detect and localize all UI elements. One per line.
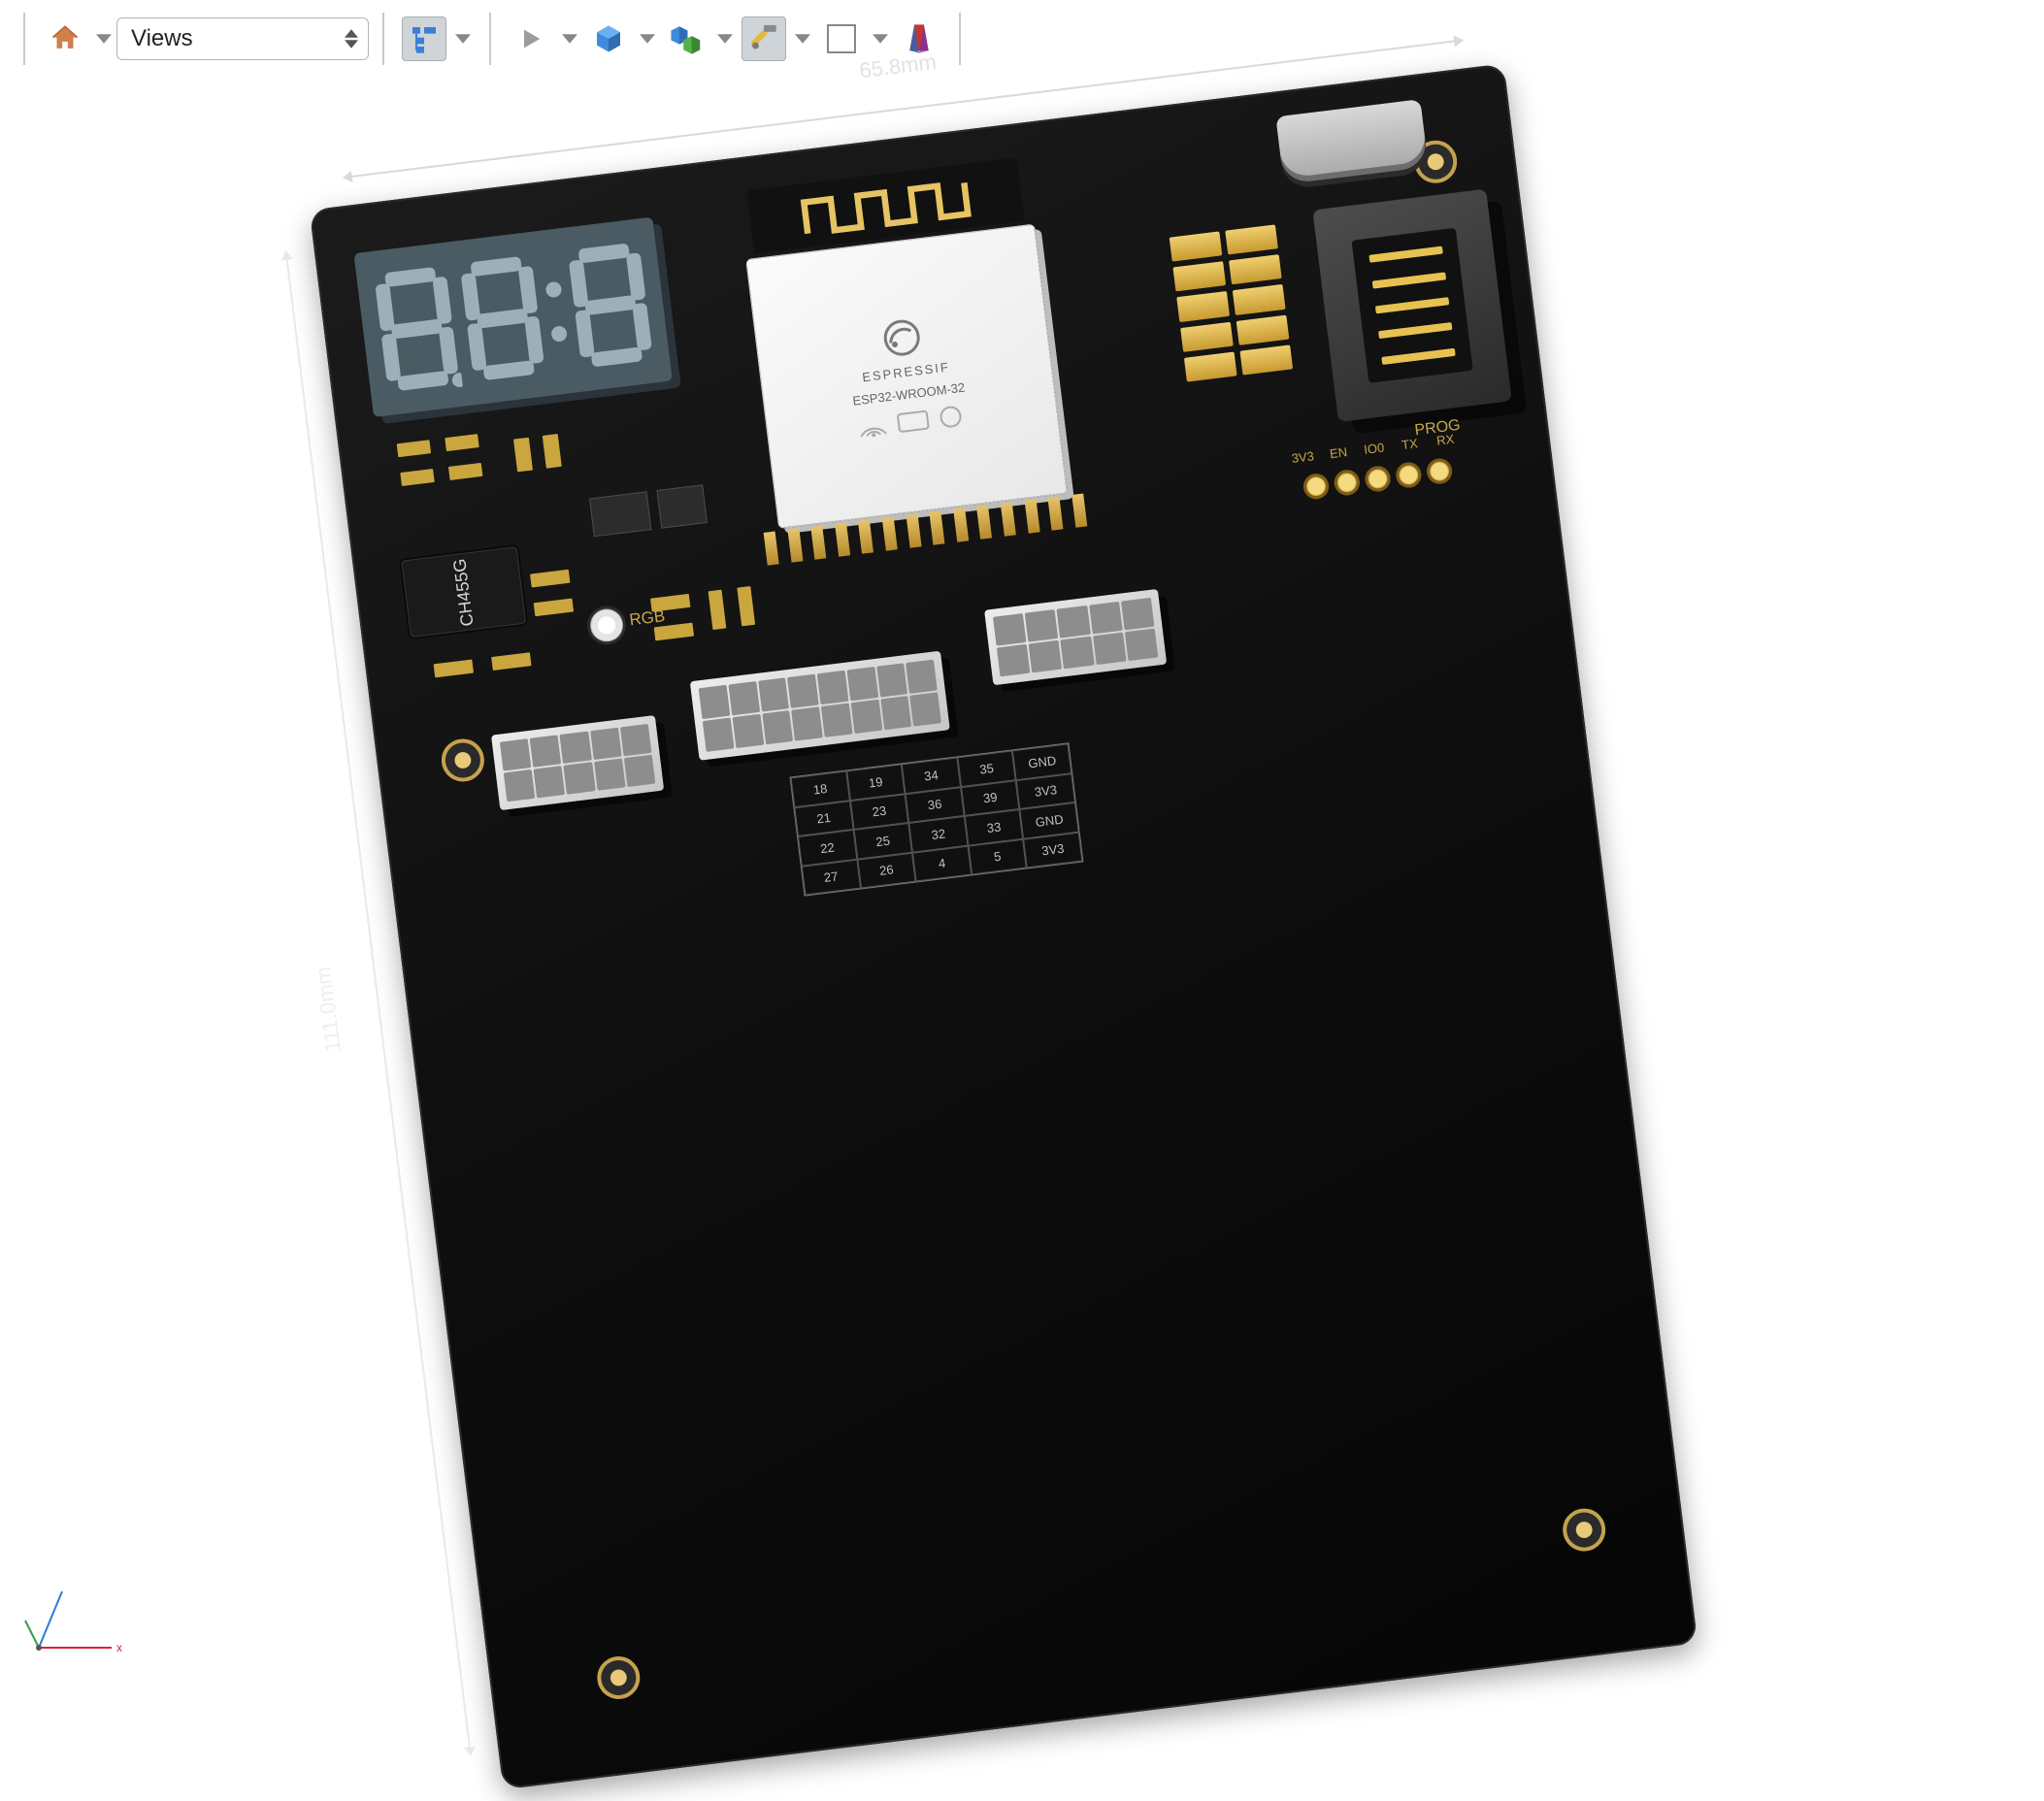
stepper-arrows-icon <box>345 29 358 49</box>
cubes-button[interactable] <box>664 16 709 61</box>
toolbar-separator <box>382 13 384 65</box>
espressif-logo-icon <box>880 316 924 360</box>
toolbar-separator <box>959 13 961 65</box>
svg-text:x: x <box>116 1641 122 1654</box>
tree-icon <box>409 23 440 54</box>
cubes-icon <box>670 22 703 55</box>
smd <box>400 469 434 486</box>
header-connector <box>690 651 950 761</box>
pcb-board[interactable]: ESPRESSIF ESP32-WROOM-32 CH455G <box>310 63 1698 1789</box>
home-dropdown[interactable] <box>91 16 116 61</box>
digit <box>370 262 462 397</box>
smd <box>534 599 574 617</box>
smd <box>513 438 533 473</box>
axis-gizmo[interactable]: x <box>19 1580 126 1667</box>
smd <box>589 491 651 537</box>
smd <box>737 586 755 626</box>
viewport-3d[interactable]: x 65.8mm 111.0mm <box>0 78 2044 1696</box>
dimension-height-label: 111.0mm <box>311 966 346 1054</box>
square-swatch-icon <box>827 24 856 53</box>
cube-dropdown[interactable] <box>635 16 660 61</box>
usb-programmer-zone: POWER PROG 3V3 EN IO0 TX RX <box>1108 92 1518 494</box>
smd <box>491 652 531 671</box>
colon <box>545 281 566 343</box>
smd <box>650 594 690 612</box>
smd <box>434 660 474 678</box>
cubes-dropdown[interactable] <box>712 16 738 61</box>
header-connector <box>984 589 1167 685</box>
smd <box>656 484 708 529</box>
ch455g-chip: CH455G <box>401 546 526 638</box>
mounting-hole <box>1561 1506 1608 1554</box>
smd <box>530 570 570 588</box>
pad-label: 3V3 <box>1289 448 1316 466</box>
cert-icons <box>853 402 972 441</box>
header-connector <box>491 715 664 810</box>
rgb-led <box>588 606 625 643</box>
tree-view-button[interactable] <box>402 16 446 61</box>
home-icon <box>49 22 82 55</box>
chip-label: CH455G <box>449 557 478 627</box>
measure-button[interactable] <box>742 16 786 61</box>
toolbar-separator <box>23 13 25 65</box>
toolbar: Views <box>0 0 2044 78</box>
programming-connector <box>1312 189 1511 422</box>
smd <box>709 590 727 630</box>
measure-dropdown[interactable] <box>790 16 815 61</box>
play-icon <box>517 25 544 52</box>
views-label: Views <box>131 25 193 52</box>
esp-brand-label: ESPRESSIF <box>861 359 950 384</box>
pin-legend-table: 18 19 34 35 GND 21 23 36 39 3V3 22 25 32… <box>789 742 1083 896</box>
legend-cell: 27 <box>802 859 861 895</box>
pad-label: EN <box>1325 444 1352 462</box>
pcb-assembly[interactable]: 65.8mm 111.0mm <box>310 63 1698 1789</box>
esp32-module: ESPRESSIF ESP32-WROOM-32 <box>718 154 1092 571</box>
mounting-hole <box>595 1654 643 1701</box>
digit <box>564 238 656 373</box>
cube-icon <box>593 23 624 54</box>
smd <box>445 434 478 451</box>
pad-label: IO0 <box>1361 440 1388 457</box>
smd <box>397 440 431 457</box>
legend-cell: 4 <box>912 845 972 881</box>
toolbar-separator <box>489 13 491 65</box>
background-color-button[interactable] <box>819 16 864 61</box>
play-button[interactable] <box>509 16 553 61</box>
tree-dropdown[interactable] <box>450 16 476 61</box>
views-select[interactable]: Views <box>116 17 369 60</box>
legend-cell: 3V3 <box>1023 832 1082 868</box>
pad-label: TX <box>1397 436 1424 453</box>
legend-cell: 26 <box>857 852 916 888</box>
home-button[interactable] <box>43 16 87 61</box>
cube-solid-button[interactable] <box>586 16 631 61</box>
play-dropdown[interactable] <box>557 16 582 61</box>
smd <box>448 463 482 480</box>
rf-shield: ESPRESSIF ESP32-WROOM-32 <box>745 224 1068 529</box>
regulator-pads <box>1170 224 1293 381</box>
seven-segment-display <box>353 217 672 418</box>
pad-label: RX <box>1432 431 1459 448</box>
caliper-icon <box>747 22 780 55</box>
mounting-hole <box>439 737 486 784</box>
smd <box>543 434 562 469</box>
digit <box>456 251 548 386</box>
micro-usb-connector <box>1275 99 1428 184</box>
test-pads <box>1302 457 1454 501</box>
legend-cell: 5 <box>968 838 1027 874</box>
